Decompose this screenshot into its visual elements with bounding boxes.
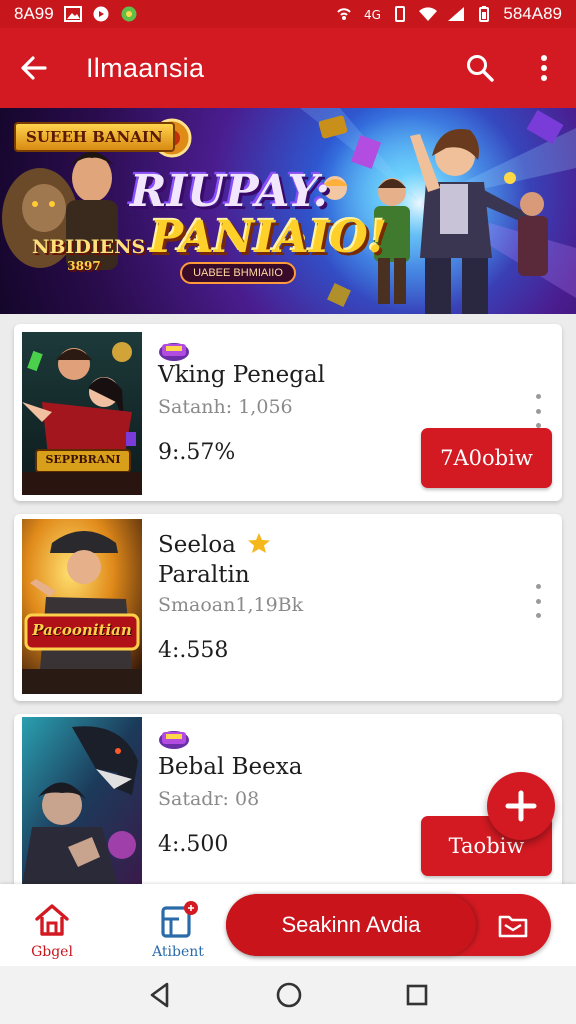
nav-second-label: Atibent	[152, 944, 204, 960]
item-thumbnail: Pacoonitian	[22, 519, 142, 694]
youtube-notification-icon	[93, 6, 109, 22]
banner-badge-left: NBIDIENS 3897	[28, 232, 145, 279]
item-name: Bebal Beexa	[158, 754, 303, 780]
add-fab-button[interactable]	[487, 772, 555, 840]
item-price: 9:.57%	[158, 440, 236, 465]
banner-badge-top: SUEEH BANAIN	[14, 122, 175, 152]
item-more-button[interactable]	[530, 584, 546, 618]
thumbnail-caption: SEPPBRANI	[45, 453, 121, 466]
item-meta: Smaoan1,19Bk	[158, 594, 304, 616]
nav-home-label: Gbgel	[31, 944, 73, 960]
home-icon	[35, 904, 69, 936]
gem-chest-icon	[159, 731, 189, 749]
gem-chest-icon	[159, 343, 189, 361]
primary-action-label: Seakinn Avdia	[226, 894, 476, 956]
item-thumbnail	[22, 717, 142, 887]
search-icon	[467, 55, 494, 82]
status-time: 8A99	[14, 4, 54, 23]
more-vert-icon	[541, 55, 547, 81]
primary-action-button[interactable]: Seakinn Avdia	[226, 894, 551, 956]
back-button[interactable]	[0, 28, 68, 108]
arrow-back-icon	[21, 56, 47, 80]
item-price: 4:.558	[158, 638, 229, 663]
svg-text:4G: 4G	[364, 8, 381, 22]
game-notification-icon	[121, 6, 137, 22]
banner-badge-left-title: NBIDIENS	[32, 236, 146, 258]
list-item[interactable]: Pacoonitian Seeloa Paraltin Smaoan1,19Bk…	[14, 514, 562, 701]
status-right-text: 584A89	[503, 4, 562, 23]
nav-second[interactable]: Atibent	[138, 884, 218, 966]
gift-box-icon	[161, 901, 198, 938]
overflow-menu-button[interactable]	[512, 28, 576, 108]
page-title: Ilmaansia	[86, 52, 205, 83]
item-name: Seeloa Paraltin	[158, 530, 271, 590]
banner-pill: UABEE BHMIAIIO	[180, 262, 296, 284]
promo-banner[interactable]: SUEEH BANAIN NBIDIENS 3897 RIUPAY: PANIA…	[0, 108, 576, 314]
network-type-icon: 4G	[364, 8, 381, 22]
search-button[interactable]	[448, 28, 512, 108]
item-meta: Satanh: 1,056	[158, 396, 293, 418]
nav-recents-icon[interactable]	[405, 983, 429, 1007]
list-item[interactable]: SEPPBRANI Vking Penegal Satanh: 1,056 9:…	[14, 324, 562, 501]
hotspot-icon	[337, 8, 352, 20]
item-more-button[interactable]	[530, 394, 546, 428]
wifi-icon	[419, 7, 438, 21]
bottom-navigation: Gbgel Atibent Seakinn Avdia	[0, 884, 576, 966]
banner-logo-line1: RIUPAY:	[130, 166, 330, 217]
app-screen: 8A99 4G 584A89 Ilmaansia SUEEH BANAIN NB…	[0, 0, 576, 1024]
thumbnail-caption: Pacoonitian	[32, 621, 132, 639]
app-bar: Ilmaansia	[0, 28, 576, 108]
banner-badge-left-sub: 3897	[67, 258, 101, 273]
item-name-line2: Paraltin	[158, 562, 250, 588]
folder-icon	[498, 915, 528, 938]
battery-icon	[479, 6, 490, 22]
star-icon	[248, 533, 271, 553]
image-notification-icon	[63, 6, 82, 22]
item-name: Vking Penegal	[158, 362, 326, 388]
nav-back-icon[interactable]	[147, 981, 173, 1009]
plus-icon	[505, 790, 537, 822]
nav-home-circle-icon[interactable]	[275, 981, 303, 1009]
system-navigation-bar	[0, 966, 576, 1024]
nav-home[interactable]: Gbgel	[12, 884, 92, 966]
signal-icon	[448, 7, 465, 21]
item-action-button[interactable]: 7A0obiw	[421, 428, 552, 488]
item-meta: Satadr: 08	[158, 788, 260, 810]
item-thumbnail: SEPPBRANI	[22, 332, 142, 495]
item-name-line1: Seeloa	[158, 532, 236, 558]
banner-logo-line2: PANIAIO!	[150, 212, 388, 263]
item-price: 4:.500	[158, 832, 229, 857]
status-bar: 8A99 4G 584A89	[0, 0, 576, 28]
vibrate-icon	[395, 6, 406, 22]
